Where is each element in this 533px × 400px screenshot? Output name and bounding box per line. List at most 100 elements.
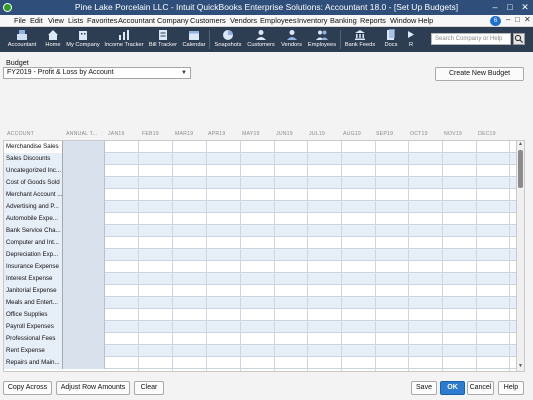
table-row[interactable]: Repairs and Main... [4,357,516,369]
scroll-down-icon[interactable]: ▼ [517,363,524,371]
window-title: Pine Lake Porcelain LLC - Intuit QuickBo… [74,2,459,12]
table-row[interactable]: Insurance Expense [4,261,516,273]
table-row[interactable]: Uncategorized Inc... [4,165,516,177]
account-name-cell: Merchant Account ... [4,189,63,201]
vertical-scrollbar[interactable]: ▲ ▼ [516,140,525,372]
menu-reports[interactable]: Reports [360,16,386,25]
save-button[interactable]: Save [411,381,437,395]
toolbar-bank-feeds[interactable]: Bank Feeds [343,27,377,52]
column-header-month[interactable]: AUG19 [343,131,361,137]
search-button[interactable] [513,33,525,45]
toolbar-accountant[interactable]: Accountant [4,27,40,52]
column-header-account[interactable]: ACCOUNT [7,131,34,137]
toolbar-docs-label: Docs [384,42,398,48]
annual-total-cell [63,345,105,357]
copy-across-button[interactable]: Copy Across [3,381,52,395]
table-row[interactable]: Depreciation Exp... [4,249,516,261]
table-row[interactable]: Cost of Goods Sold [4,177,516,189]
menu-view[interactable]: View [48,16,64,25]
table-row[interactable]: Automobile Expe... [4,213,516,225]
column-header-month[interactable]: SEP19 [376,131,393,137]
adjust-row-amounts-button[interactable]: Adjust Row Amounts [56,381,130,395]
document-minimize-button[interactable]: – [506,15,510,24]
table-row[interactable]: Interest Expense [4,273,516,285]
table-row[interactable]: Professional Fees [4,333,516,345]
menu-edit[interactable]: Edit [30,16,43,25]
my-company-icon [79,31,87,40]
table-row[interactable]: Bank Service Cha... [4,225,516,237]
search-input[interactable]: Search Company or Help [431,33,511,45]
menu-banking[interactable]: Banking [330,16,357,25]
account-name-cell: Depreciation Exp... [4,249,63,261]
document-restore-button[interactable]: □ [515,15,520,24]
menu-customers[interactable]: Customers [190,16,226,25]
menu-window[interactable]: Window [390,16,416,25]
toolbar-my-company-label: My Company [66,42,100,48]
menu-company[interactable]: Company [157,16,189,25]
menu-inventory[interactable]: Inventory [297,16,327,25]
column-header-annual-total[interactable]: ANNUAL T... [66,131,97,137]
table-row[interactable]: Merchandise Sales [4,141,516,153]
column-header-month[interactable]: JUL19 [309,131,325,137]
column-header-month[interactable]: DEC19 [478,131,496,137]
table-row[interactable]: Meals and Entert... [4,297,516,309]
menu-vendors[interactable]: Vendors [230,16,257,25]
maximize-button[interactable]: □ [504,1,516,13]
menu-favorites[interactable]: Favorites [87,16,117,25]
minimize-button[interactable]: – [489,1,501,13]
column-header-month[interactable]: JAN19 [108,131,125,137]
title-bar: Pine Lake Porcelain LLC - Intuit QuickBo… [0,0,533,15]
column-header-month[interactable]: FEB19 [142,131,159,137]
table-row[interactable]: Advertising and P... [4,201,516,213]
menu-help[interactable]: Help [418,16,433,25]
ok-button[interactable]: OK [440,381,465,395]
table-row[interactable]: Payroll Expenses [4,321,516,333]
toolbar-accountant-label: Accountant [7,42,37,48]
column-divider [138,141,139,371]
column-header-month[interactable]: MAR19 [175,131,193,137]
menu-lists[interactable]: Lists [68,16,83,25]
toolbar-home[interactable]: Home [41,27,65,52]
toolbar-customers[interactable]: Customers [245,27,277,52]
close-button[interactable]: ✕ [519,1,531,13]
table-row[interactable]: Sales Discounts [4,153,516,165]
home-icon [48,30,58,40]
create-new-budget-button[interactable]: Create New Budget [435,67,524,81]
budget-grid[interactable]: Merchandise Sales Sales Discounts Uncate… [3,140,517,372]
toolbar-income-tracker[interactable]: Income Tracker [103,27,145,52]
toolbar-snapshots[interactable]: Snapshots [212,27,244,52]
toolbar-my-company[interactable]: My Company [65,27,101,52]
table-row[interactable]: Computer and Int... [4,237,516,249]
toolbar-docs[interactable]: Docs [379,27,403,52]
notification-badge[interactable]: 6 [490,16,501,26]
column-divider [509,141,510,371]
menu-accountant[interactable]: Accountant [118,16,155,25]
toolbar-more[interactable]: R [404,27,418,52]
help-button[interactable]: Help [498,381,524,395]
menu-employees[interactable]: Employees [260,16,297,25]
toolbar-calendar[interactable]: Calendar [181,27,207,52]
column-header-month[interactable]: OCT19 [410,131,428,137]
annual-total-cell [63,285,105,297]
document-close-button[interactable]: ✕ [524,15,531,24]
toolbar-employees[interactable]: Employees [306,27,338,52]
table-row[interactable]: Merchant Account ... [4,189,516,201]
column-header-month[interactable]: JUN19 [276,131,293,137]
menu-file[interactable]: File [14,16,26,25]
column-header-month[interactable]: MAY19 [242,131,260,137]
cancel-button[interactable]: Cancel [467,381,494,395]
table-row[interactable]: Office Supplies [4,309,516,321]
scroll-up-icon[interactable]: ▲ [517,141,524,149]
scrollbar-thumb[interactable] [518,150,523,188]
column-header-month[interactable]: NOV19 [444,131,462,137]
toolbar-bank-feeds-label: Bank Feeds [344,42,376,48]
toolbar-vendors[interactable]: Vendors [278,27,305,52]
table-row[interactable]: Janitorial Expense [4,285,516,297]
table-row[interactable]: Rent Expense [4,345,516,357]
calendar-icon [189,31,199,40]
toolbar-home-label: Home [45,42,61,48]
budget-dropdown[interactable]: FY2019 - Profit & Loss by Account ▼ [3,67,191,79]
column-header-month[interactable]: APR19 [208,131,225,137]
clear-button[interactable]: Clear [134,381,164,395]
toolbar-bill-tracker[interactable]: Bill Tracker [146,27,180,52]
